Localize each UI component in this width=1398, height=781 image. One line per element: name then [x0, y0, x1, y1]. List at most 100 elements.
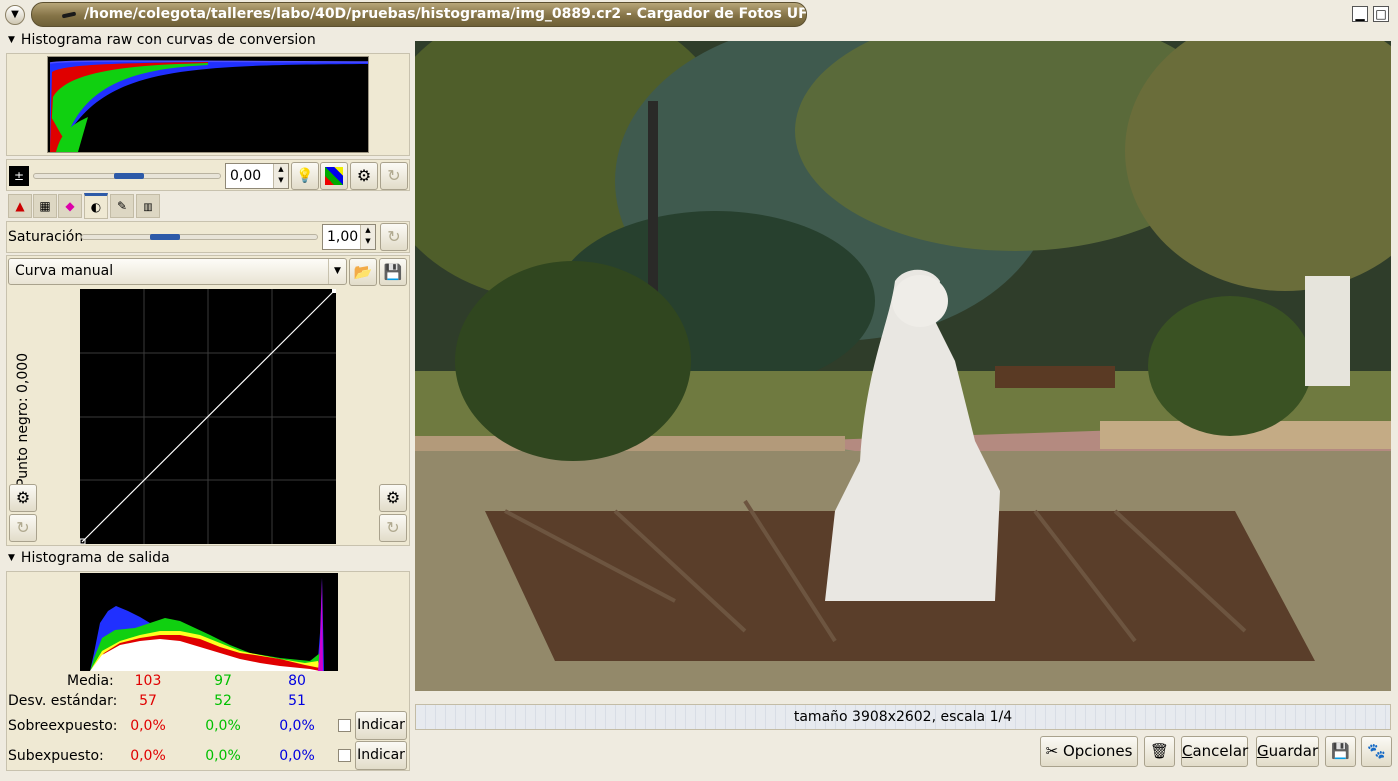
- spin-arrows-icon[interactable]: ▲ ▼: [273, 164, 288, 188]
- indicate-overexposed-button[interactable]: Indicar: [355, 711, 407, 740]
- preview-photo: [415, 41, 1391, 691]
- spin-arrows-icon[interactable]: ▲ ▼: [360, 225, 375, 249]
- reset-curve-button[interactable]: ↻: [379, 514, 407, 542]
- minimize-button[interactable]: ▁: [1352, 6, 1368, 22]
- exif-icon: ▥: [143, 202, 153, 213]
- tab-exif[interactable]: ▥: [136, 194, 160, 218]
- raw-histogram-plot: [49, 60, 369, 152]
- floppy-icon: 💾: [1331, 742, 1350, 760]
- window-title-pill[interactable]: /home/colegota/talleres/labo/40D/pruebas…: [31, 2, 807, 27]
- saturation-label: Saturación: [8, 229, 84, 245]
- image-preview[interactable]: [415, 41, 1391, 691]
- underexposed-checkbox[interactable]: [338, 749, 351, 762]
- exposure-spin[interactable]: 0,00 ▲ ▼: [225, 163, 289, 189]
- std-blue: 51: [288, 693, 306, 709]
- send-to-gimp-button[interactable]: 🐾: [1361, 736, 1392, 767]
- saturation-slider[interactable]: [81, 234, 318, 240]
- output-histogram-expander[interactable]: ▼ Histograma de salida: [8, 550, 170, 566]
- auto-exposure-button[interactable]: 💡: [291, 162, 319, 190]
- window-menu-button[interactable]: ▼: [5, 5, 25, 25]
- black-point-label: Punto negro: 0,000: [15, 352, 31, 487]
- save-curve-button[interactable]: 💾: [379, 258, 407, 286]
- preview-status-bar: tamaño 3908x2602, escala 1/4: [415, 704, 1391, 730]
- cancel-label: ancelar: [1192, 742, 1249, 760]
- output-histogram-title: Histograma de salida: [20, 550, 170, 566]
- ufraw-app-icon: [61, 11, 77, 19]
- open-curve-button[interactable]: 📂: [349, 258, 377, 286]
- reset-icon: ↻: [387, 227, 401, 246]
- indicate-underexposed-button[interactable]: Indicar: [355, 741, 407, 770]
- restore-details-button[interactable]: [320, 162, 348, 190]
- media-blue: 80: [288, 673, 306, 689]
- expander-arrow-icon: ▼: [8, 553, 15, 563]
- cancel-mnemonic: C: [1182, 742, 1193, 760]
- tab-lightness[interactable]: ✎: [110, 194, 134, 218]
- exposure-value: 0,00: [230, 168, 262, 184]
- raw-histogram: [47, 56, 369, 153]
- under-blue: 0,0%: [279, 748, 315, 764]
- curve-preset-combo[interactable]: Curva manual ▼: [8, 258, 347, 285]
- save-mnemonic: G: [1257, 742, 1269, 760]
- exposure-slider-knob[interactable]: [114, 173, 144, 179]
- output-histogram-plot: [90, 578, 324, 671]
- curve-preset-value: Curva manual: [15, 263, 114, 279]
- under-green: 0,0%: [205, 748, 241, 764]
- saturation-slider-knob[interactable]: [150, 234, 180, 240]
- gimp-icon: 🐾: [1367, 742, 1386, 760]
- gears-icon: ⚙: [356, 166, 372, 185]
- saturation-value: 1,00: [327, 229, 359, 245]
- under-red: 0,0%: [130, 748, 166, 764]
- underexposed-label: Subexpuesto:: [8, 748, 104, 764]
- auto-black-point-button[interactable]: ⚙: [9, 484, 37, 512]
- curve-plot: [79, 289, 336, 545]
- saturation-spin[interactable]: 1,00 ▲ ▼: [322, 224, 376, 250]
- preview-status-text: tamaño 3908x2602, escala 1/4: [793, 709, 1013, 725]
- delete-button[interactable]: 🗑: [1144, 736, 1175, 767]
- trash-icon: 🗑: [1149, 742, 1170, 760]
- output-histogram: [80, 573, 338, 671]
- tab-white-balance[interactable]: ▲: [8, 194, 32, 218]
- auto-curve-button[interactable]: ⚙: [379, 484, 407, 512]
- lightbulb-icon: 💡: [296, 168, 314, 184]
- reset-saturation-button[interactable]: ↻: [380, 223, 408, 251]
- expander-arrow-icon: ▼: [8, 35, 15, 45]
- gears-icon: ⚙: [385, 488, 401, 507]
- window-title: /home/colegota/talleres/labo/40D/pruebas…: [84, 6, 807, 22]
- maximize-button[interactable]: □: [1373, 6, 1389, 22]
- floppy-icon: 💾: [383, 263, 403, 281]
- save-label: uardar: [1268, 742, 1319, 760]
- lightness-icon: ✎: [116, 199, 128, 213]
- overexposed-label: Sobreexpuesto:: [8, 718, 118, 734]
- tab-corrections[interactable]: ◐: [84, 193, 108, 219]
- exposure-slider[interactable]: [33, 173, 221, 179]
- tab-grayscale[interactable]: ▦: [33, 194, 57, 218]
- correction-icon: ◐: [90, 200, 102, 214]
- reset-icon: ↻: [16, 518, 30, 537]
- save-as-button[interactable]: 💾: [1325, 736, 1356, 767]
- cancel-button[interactable]: Cancelar: [1181, 736, 1248, 767]
- auto-adjust-button[interactable]: ⚙: [350, 162, 378, 190]
- tools-icon: ✂: [1045, 742, 1059, 760]
- color-management-icon: ◆: [65, 199, 75, 213]
- save-button[interactable]: Guardar: [1256, 736, 1319, 767]
- options-label: Opciones: [1062, 742, 1133, 760]
- reset-icon: ↻: [386, 518, 400, 537]
- gears-icon: ⚙: [15, 488, 31, 507]
- wb-icon: ▲: [15, 199, 25, 213]
- reset-exposure-button[interactable]: ↻: [380, 162, 408, 190]
- std-label: Desv. estándar:: [8, 693, 118, 709]
- grayscale-icon: ▦: [39, 199, 51, 213]
- title-bar: ▼ /home/colegota/talleres/labo/40D/prueb…: [0, 0, 1398, 28]
- raw-histogram-title: Histograma raw con curvas de conversion: [20, 32, 316, 48]
- media-green: 97: [214, 673, 232, 689]
- options-button[interactable]: ✂ Opciones: [1040, 736, 1138, 767]
- reset-black-point-button[interactable]: ↻: [9, 514, 37, 542]
- reset-icon: ↻: [387, 166, 401, 185]
- exposure-icon: ±: [9, 166, 29, 186]
- folder-open-icon: 📂: [353, 263, 373, 281]
- overexposed-checkbox[interactable]: [338, 719, 351, 732]
- std-green: 52: [214, 693, 232, 709]
- raw-histogram-expander[interactable]: ▼ Histograma raw con curvas de conversion: [8, 32, 316, 48]
- curve-editor[interactable]: [79, 289, 336, 545]
- tab-color-management[interactable]: ◆: [58, 194, 82, 218]
